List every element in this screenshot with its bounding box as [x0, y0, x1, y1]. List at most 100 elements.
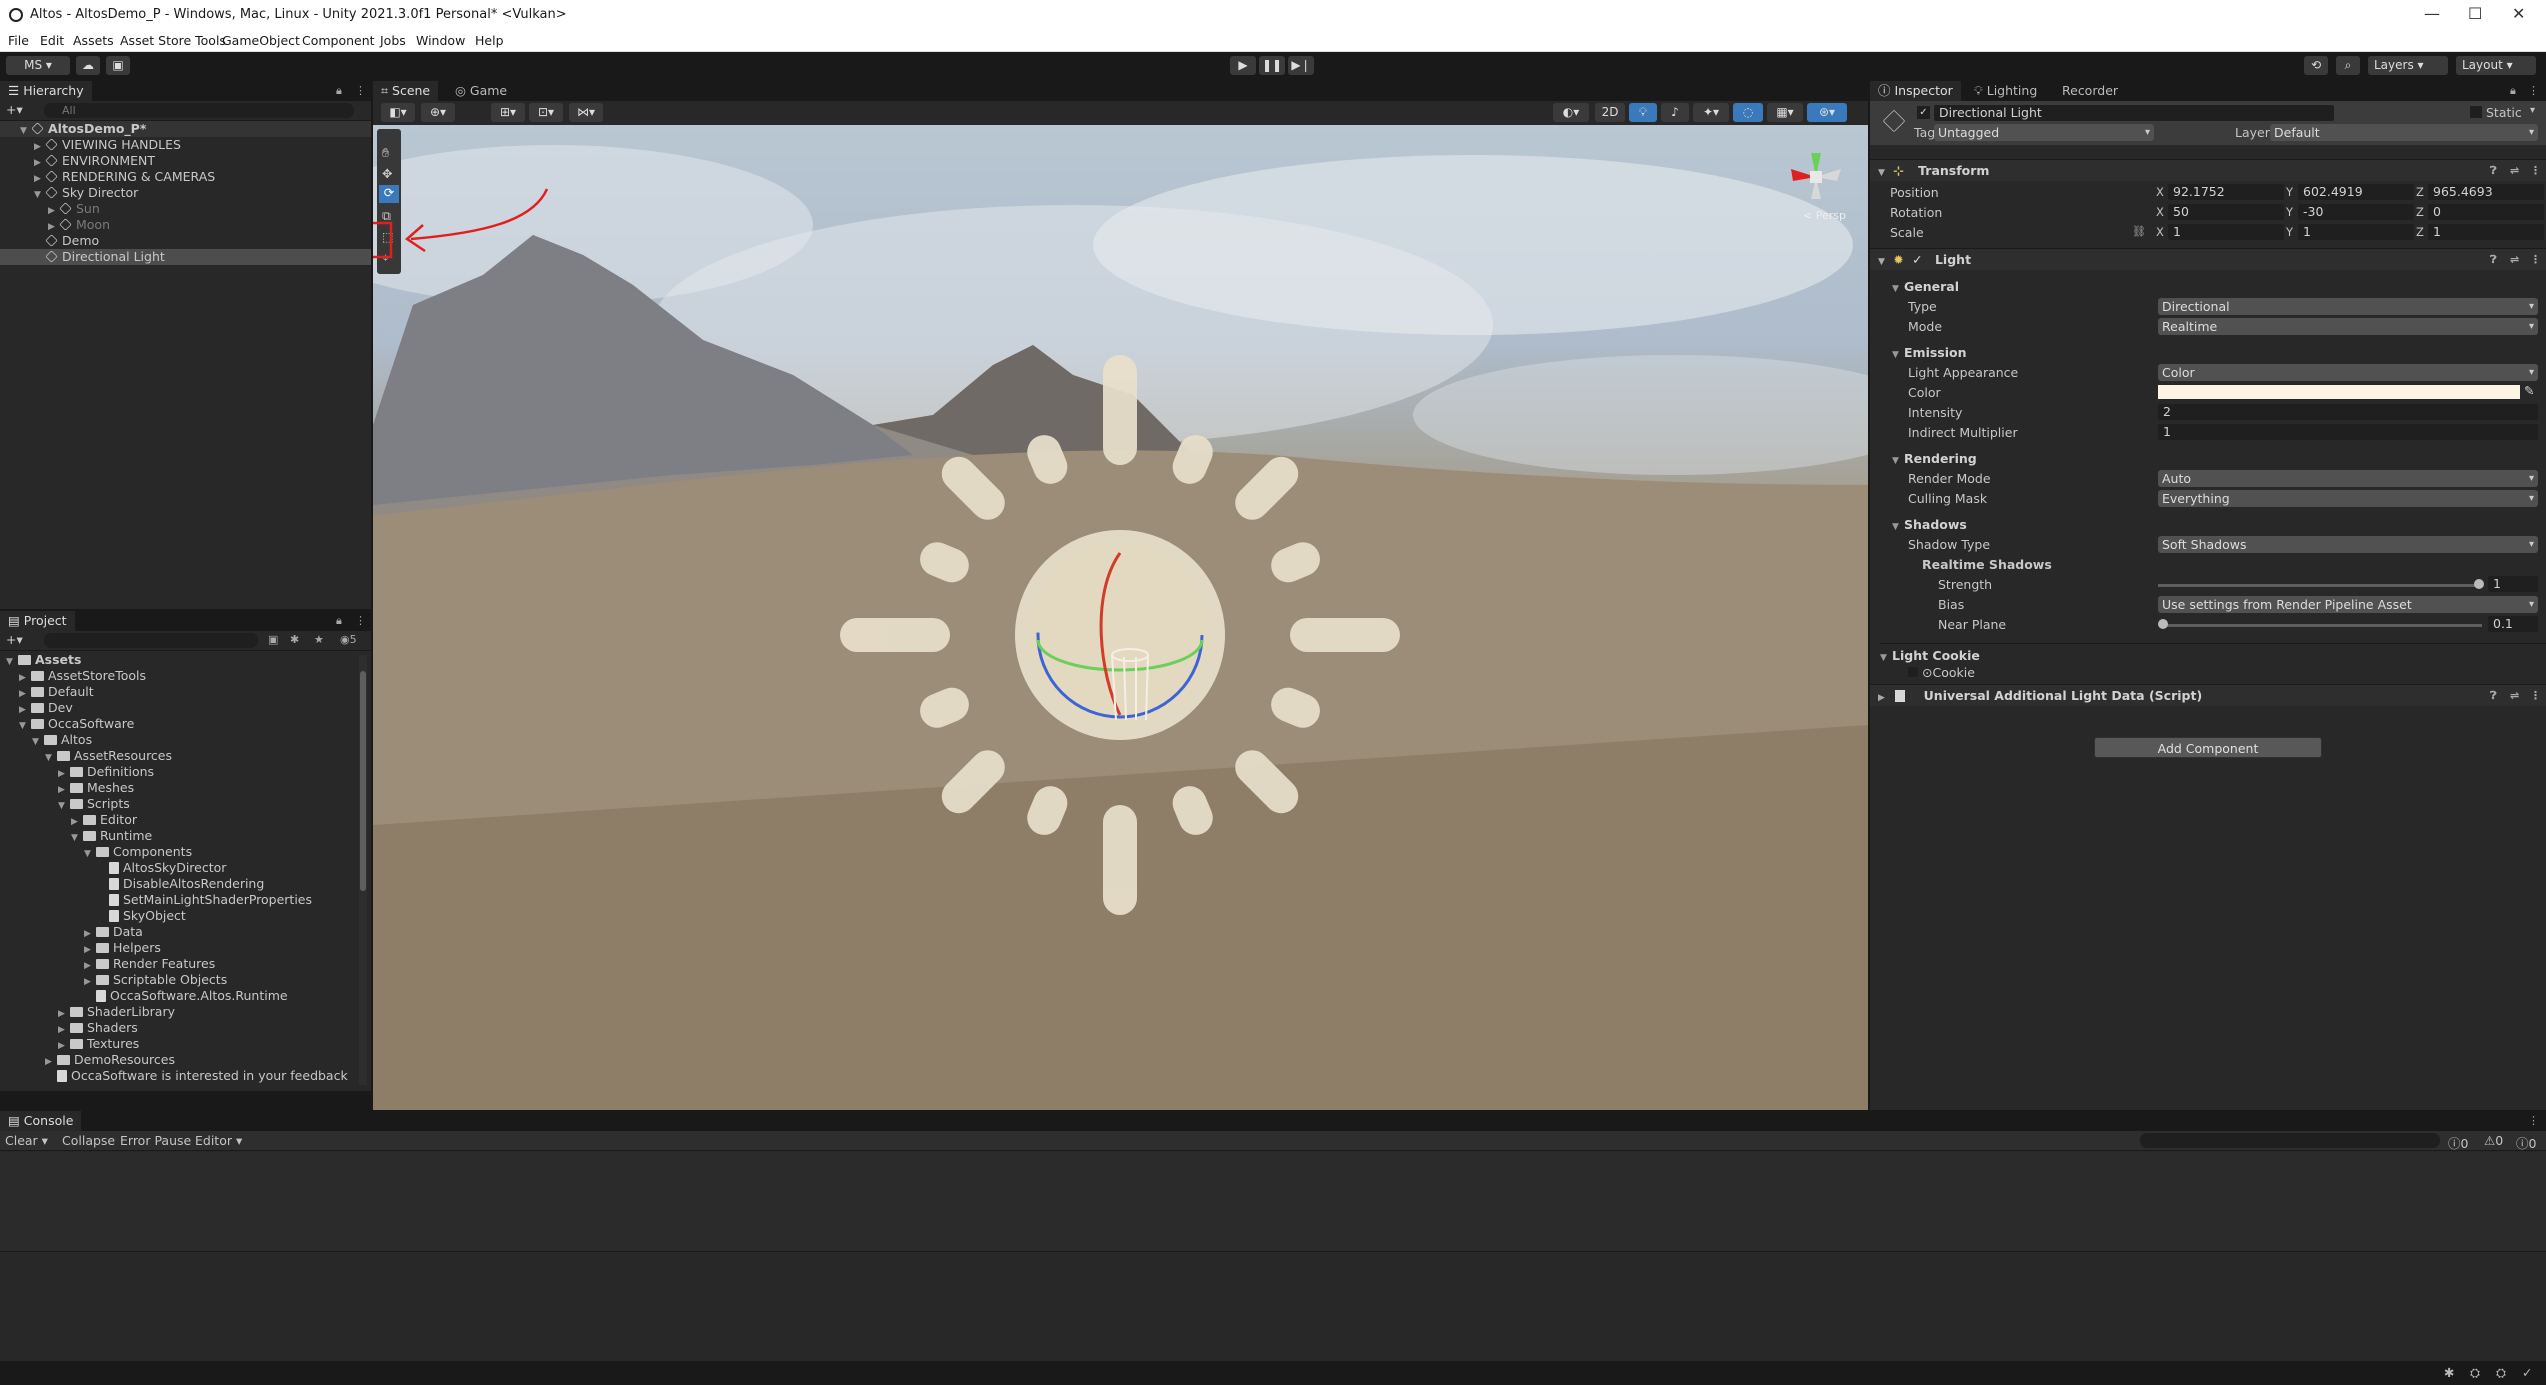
type-dropdown[interactable]: Directional	[2158, 298, 2538, 315]
menu-edit[interactable]: Edit	[40, 33, 64, 48]
scale-y-field[interactable]: 1	[2298, 224, 2414, 240]
package-icon[interactable]: ⛭	[2470, 1365, 2480, 1381]
help-icon[interactable]: ❓︎	[2490, 160, 2497, 182]
menu-help[interactable]: Help	[475, 33, 504, 48]
effects-toggle[interactable]: ✦▾	[1693, 103, 1729, 122]
appearance-dropdown[interactable]: Color	[2158, 364, 2538, 381]
project-item[interactable]: ▼ Assets	[0, 652, 358, 668]
project-item[interactable]: ▼ Runtime	[0, 828, 358, 844]
layers-dropdown[interactable]: Layers ▾	[2368, 56, 2448, 75]
emission-foldout[interactable]: ▼ Emission	[1892, 345, 1967, 360]
project-item[interactable]: ▶ Helpers	[0, 940, 358, 956]
project-item[interactable]: ▶ Default	[0, 684, 358, 700]
project-item[interactable]: ▶ Shaders	[0, 1020, 358, 1036]
visibility-toggle[interactable]: ◌	[1733, 103, 1763, 122]
global-toggle[interactable]: ⊕▾	[421, 103, 455, 122]
project-item[interactable]: ▼ Scripts	[0, 796, 358, 812]
lighting-toggle[interactable]: 💡︎	[1629, 103, 1657, 122]
light-enabled-checkbox[interactable]: ✓	[1912, 252, 1922, 267]
audio-toggle[interactable]: ♪	[1661, 103, 1689, 122]
kebab-menu-icon[interactable]: ⋮	[355, 84, 366, 97]
preset-icon[interactable]: ⇌	[2510, 685, 2519, 707]
axis-z-label[interactable]: Z	[2416, 185, 2424, 199]
project-item[interactable]: SetMainLightShaderProperties	[0, 892, 358, 908]
render-mode-dropdown[interactable]: Auto	[2158, 470, 2538, 487]
kebab-menu-icon[interactable]: ⋮	[355, 614, 366, 627]
pause-button[interactable]: ❚❚	[1259, 56, 1285, 75]
tab-recorder[interactable]: Recorder	[2054, 81, 2126, 101]
strength-slider-track[interactable]	[2158, 584, 2478, 587]
add-icon[interactable]: +▾	[6, 632, 23, 647]
play-button[interactable]: ▶	[1230, 56, 1256, 75]
project-item[interactable]: ▶ Textures	[0, 1036, 358, 1052]
static-dropdown-icon[interactable]: ▾	[2530, 105, 2535, 116]
cloud-icon[interactable]: ☁	[76, 56, 100, 75]
status-check-icon[interactable]: ✓	[2522, 1365, 2532, 1380]
project-item[interactable]: ▶ Scriptable Objects	[0, 972, 358, 988]
project-item[interactable]: AltosSkyDirector	[0, 860, 358, 876]
axis-y-label[interactable]: Y	[2286, 185, 2293, 199]
project-item[interactable]: ▼ OccaSoftware	[0, 716, 358, 732]
project-item[interactable]: OccaSoftware is interested in your feedb…	[0, 1068, 358, 1084]
hierarchy-item[interactable]: ▶ ENVIRONMENT	[0, 153, 371, 169]
tab-hierarchy[interactable]: ☰ Hierarchy	[0, 81, 92, 101]
menu-component[interactable]: Component	[302, 33, 375, 48]
hierarchy-item[interactable]: ▶ Moon	[0, 217, 371, 233]
rotation-y-field[interactable]: -30	[2298, 204, 2414, 220]
shadows-foldout[interactable]: ▼ Shadows	[1892, 517, 1967, 532]
menu-jobs[interactable]: Jobs	[380, 33, 406, 48]
static-checkbox[interactable]	[2470, 106, 2482, 118]
menu-assets[interactable]: Assets	[73, 33, 114, 48]
tab-project[interactable]: ▤ Project	[0, 611, 75, 631]
collapse-button[interactable]: Collapse	[62, 1133, 115, 1148]
object-name-field[interactable]: Directional Light	[1934, 105, 2334, 121]
mode-dropdown[interactable]: Realtime	[2158, 318, 2538, 335]
clear-button[interactable]: Clear ▾	[5, 1133, 48, 1148]
tag-dropdown[interactable]: Untagged	[1934, 124, 2154, 141]
lock-icon[interactable]: 🔒︎	[336, 84, 342, 98]
filter-label-icon[interactable]: ✱	[290, 633, 299, 646]
culling-dropdown[interactable]: Everything	[2158, 490, 2538, 507]
error-pause-button[interactable]: Error Pause	[120, 1133, 191, 1148]
kebab-menu-icon[interactable]: ⋮	[2530, 160, 2541, 182]
scale-z-field[interactable]: 1	[2428, 224, 2544, 240]
project-item[interactable]: OccaSoftware.Altos.Runtime	[0, 988, 358, 1004]
rotation-z-field[interactable]: 0	[2428, 204, 2544, 220]
shading-mode-dropdown[interactable]: ◧▾	[381, 103, 415, 122]
axis-x-label[interactable]: X	[2156, 205, 2164, 219]
cookie-label[interactable]: ⊙Cookie	[1908, 665, 1975, 680]
color-field[interactable]	[2158, 385, 2520, 399]
menu-window[interactable]: Window	[416, 33, 465, 48]
scale-x-field[interactable]: 1	[2168, 224, 2284, 240]
scrollbar-thumb[interactable]	[360, 671, 366, 891]
search-icon[interactable]: ⌕	[2336, 56, 2360, 75]
mode-2d-toggle[interactable]: 2D	[1595, 103, 1625, 122]
hierarchy-item[interactable]: ▶ Sun	[0, 201, 371, 217]
position-z-field[interactable]: 965.4693	[2428, 184, 2544, 200]
preset-icon[interactable]: ⇌	[2510, 249, 2519, 271]
scene-viewport[interactable]: ✋︎ ✥ ⟳ ⧉ ⬚ ⌖ < Persp	[373, 125, 1868, 1110]
orientation-gizmo[interactable]: < Persp	[1771, 129, 1861, 229]
project-search-input[interactable]	[44, 633, 258, 648]
rotation-x-field[interactable]: 50	[2168, 204, 2284, 220]
history-icon[interactable]: ⟲	[2304, 56, 2328, 75]
tab-inspector[interactable]: ⓘ Inspector	[1870, 81, 1961, 101]
kebab-menu-icon[interactable]: ⋮	[2528, 1114, 2539, 1127]
lock-icon[interactable]: 🔒︎	[2510, 84, 2516, 98]
axis-x-label[interactable]: X	[2156, 185, 2164, 199]
axis-y-label[interactable]: Y	[2286, 225, 2293, 239]
hierarchy-item[interactable]: Demo	[0, 233, 371, 249]
cookie-foldout[interactable]: ▼ Light Cookie	[1880, 643, 2546, 663]
light-header[interactable]: ▼ ✹ ✓ Light ❓︎ ⇌ ⋮	[1870, 248, 2546, 270]
gizmos-toggle[interactable]: ⊛▾	[1807, 103, 1847, 122]
kebab-menu-icon[interactable]: ⋮	[2530, 685, 2541, 707]
minimize-button[interactable]: —	[2424, 4, 2440, 23]
increment-snap[interactable]: ⋈▾	[569, 103, 603, 122]
project-item[interactable]: ▶ Render Features	[0, 956, 358, 972]
warning-count[interactable]: ⚠0	[2484, 1133, 2503, 1148]
axis-z-label[interactable]: Z	[2416, 205, 2424, 219]
menu-gameobject[interactable]: GameObject	[222, 33, 300, 48]
menu-file[interactable]: File	[8, 33, 29, 48]
collab-icon[interactable]: ▣	[106, 56, 130, 75]
project-item[interactable]: ▶ Editor	[0, 812, 358, 828]
